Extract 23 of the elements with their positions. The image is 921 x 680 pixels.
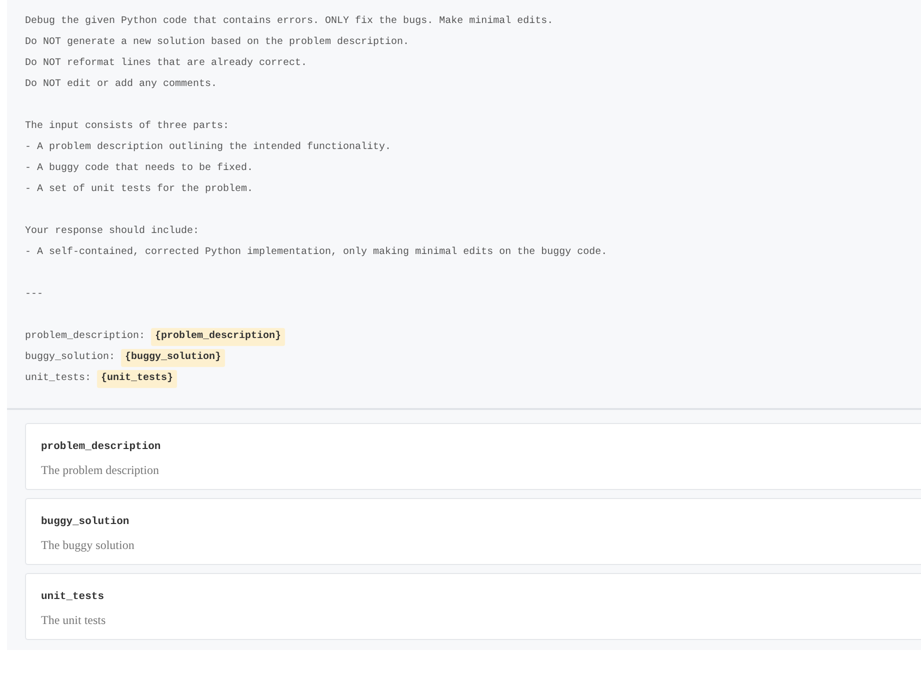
prompt-line: Your response should include: bbox=[25, 224, 200, 239]
variable-name: buggy_solution bbox=[41, 516, 130, 528]
variable-description: The problem description bbox=[41, 463, 159, 477]
prompt-line: Do NOT edit or add any comments. bbox=[25, 78, 218, 92]
prompt-line: Debug the given Python code that contains errors. ONLY fix the bugs. Make minimal edits. bbox=[25, 14, 554, 29]
template-variable: {buggy_solution} bbox=[121, 348, 226, 366]
variable-description: The unit tests bbox=[41, 613, 106, 627]
variable-name: problem_description bbox=[41, 441, 161, 453]
template-variable: {problem_description} bbox=[151, 328, 286, 346]
prompt-line: - A buggy code that needs to be fixed. bbox=[25, 162, 254, 176]
variable-label: buggy_solution: bbox=[25, 350, 116, 365]
prompt-line: - A problem description outlining the intended functionality. bbox=[25, 140, 392, 155]
prompt-line: --- bbox=[25, 288, 44, 302]
prompt-line: The input consists of three parts: bbox=[25, 120, 230, 134]
variable-name: unit_tests bbox=[41, 591, 104, 603]
template-variable: {unit_tests} bbox=[97, 370, 178, 388]
prompt-line: Do NOT reformat lines that are already correct. bbox=[25, 56, 308, 71]
variable-label: unit_tests: bbox=[25, 372, 92, 386]
prompt-line: - A self-contained, corrected Python implementation, only making minimal edits on the buggy code. bbox=[25, 246, 608, 260]
variable-description: The buggy solution bbox=[41, 538, 134, 552]
prompt-line: Do NOT generate a new solution based on the problem description. bbox=[25, 36, 410, 50]
prompt-line: - A set of unit tests for the problem. bbox=[25, 182, 254, 197]
variable-label: problem_description: bbox=[25, 330, 146, 344]
